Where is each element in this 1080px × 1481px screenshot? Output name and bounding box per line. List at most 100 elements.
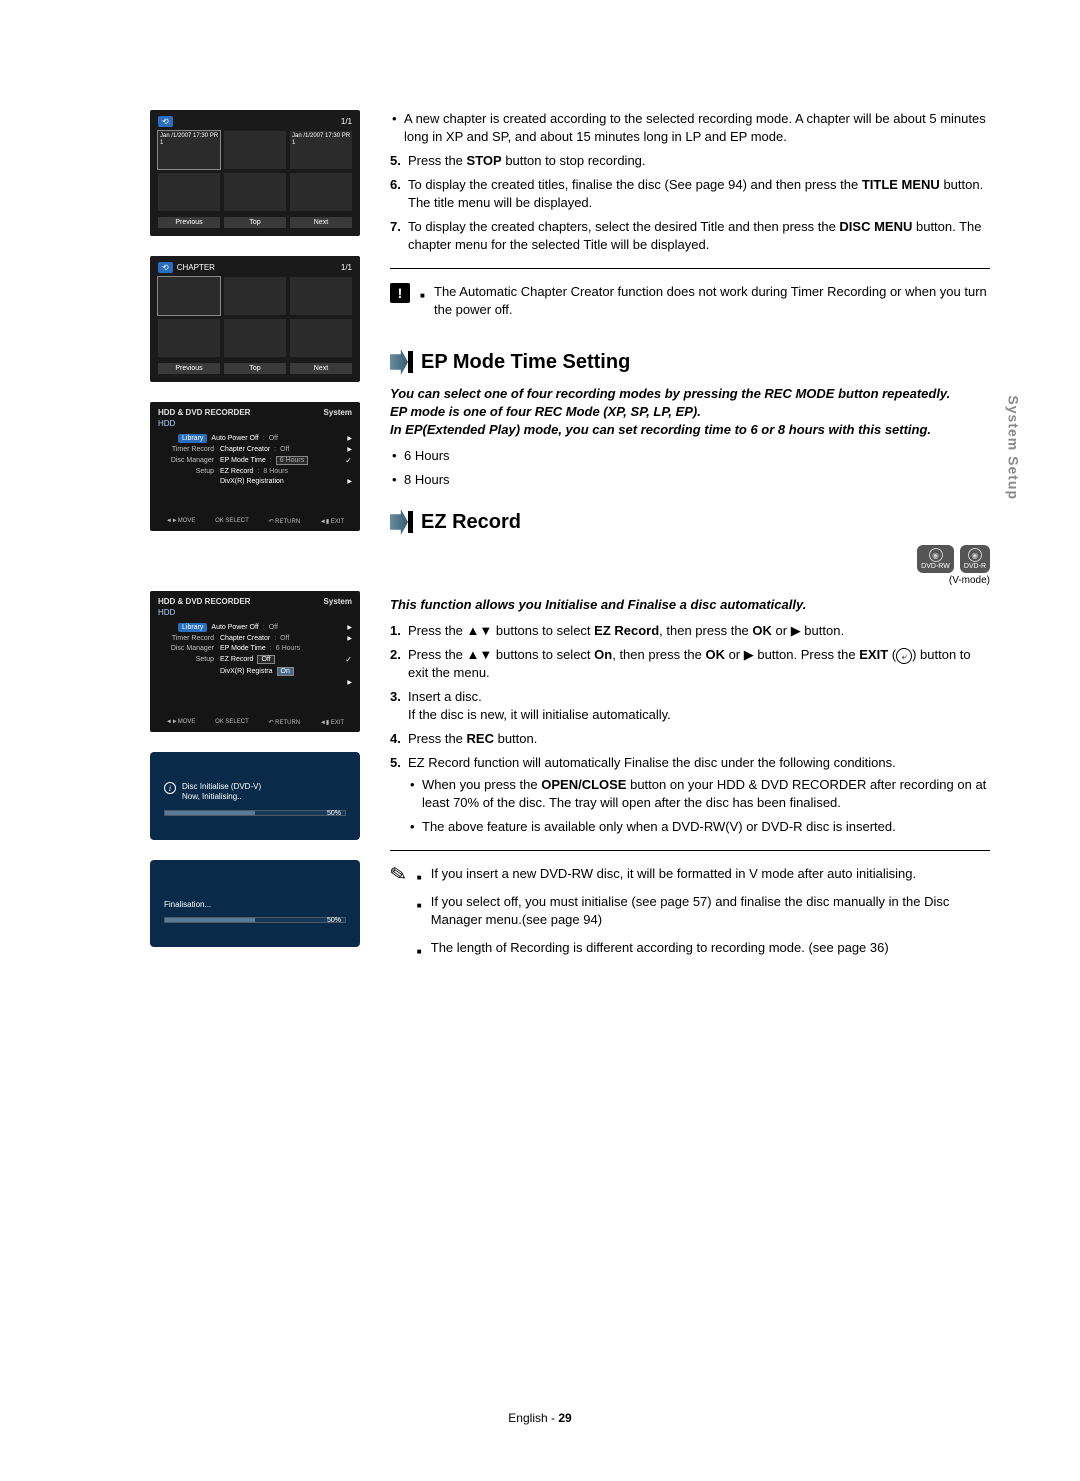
tip-note: The length of Recording is different acc… [417, 939, 990, 957]
init-line2: Now, Initialising.. [182, 792, 261, 802]
menu-row: Library Auto Power Off :Off ▶ [150, 432, 360, 444]
setting-label: Auto Power Off [211, 624, 258, 631]
instruction-step: 3.Insert a disc.If the disc is new, it w… [390, 688, 990, 724]
thumb-cell [290, 173, 352, 211]
thumb-cell [158, 277, 220, 315]
exit-circle-icon: ⤶ [896, 648, 912, 664]
thumb-cell [158, 319, 220, 357]
side-tab: System Setup [1006, 395, 1022, 500]
chevron-right-icon: ▶ [347, 478, 352, 485]
separator [390, 850, 990, 851]
footer-exit: ◄▮ EXIT [320, 518, 344, 525]
menu-title: HDD & DVD RECORDER [158, 408, 250, 417]
finalisation-panel: Finalisation... 50% [150, 860, 360, 947]
menu-row: Disc Manager EP Mode Time :6 Hours ✓ [150, 454, 360, 466]
init-progress-bar: 50% [164, 810, 346, 816]
media-badge-dvdr: ◉ DVD-R [960, 545, 990, 573]
menu-nav-item: Library [178, 623, 207, 632]
menu-nav-item: Setup [158, 656, 220, 663]
system-menu-ez-record: HDD & DVD RECORDER System HDD Library Au… [150, 591, 360, 732]
menu-nav-item: Library [178, 434, 207, 443]
footer-return: ↶ RETURN [268, 719, 300, 726]
section-arrow-icon [390, 509, 408, 535]
menu-row: Library Auto Power Off :Off ▶ [150, 621, 360, 633]
final-progress-pct: 50% [327, 917, 341, 924]
instruction-step: 6.To display the created titles, finalis… [390, 176, 990, 212]
setting-label: DivX(R) Registra [220, 668, 273, 675]
menu-sub: HDD [150, 608, 360, 621]
media-badge-dvdrw: ◉ DVD-RW [917, 545, 954, 573]
ep-option: 6 Hours [390, 447, 990, 465]
menu-title: HDD & DVD RECORDER [158, 597, 250, 606]
menu-section: System [324, 597, 352, 606]
tip-note: If you insert a new DVD-RW disc, it will… [417, 865, 990, 883]
thumb-prev-button[interactable]: Previous [158, 217, 220, 228]
menu-row: Timer Record Chapter Creator :Off ▶ [150, 633, 360, 643]
thumb-top-button[interactable]: Top [224, 363, 286, 374]
menu-row: DivX(R) Registra On [150, 665, 360, 677]
thumb-next-button[interactable]: Next [290, 363, 352, 374]
thumb-cell [158, 173, 220, 211]
section-intro: You can select one of four recording mod… [390, 385, 990, 439]
page-footer: English - 29 [0, 1411, 1080, 1425]
page-indicator: 1/1 [341, 117, 352, 126]
note-pencil-icon: ✎ [388, 864, 408, 887]
section-bar-icon [408, 511, 413, 533]
chevron-right-icon: ▶ [347, 435, 352, 442]
footer-return: ↶ RETURN [268, 518, 300, 525]
thumb-top-button[interactable]: Top [224, 217, 286, 228]
intro-bullet: A new chapter is created according to th… [390, 110, 990, 146]
check-icon: ✓ [345, 456, 352, 465]
final-progress-bar: 50% [164, 917, 346, 923]
setting-label: EP Mode Time [220, 645, 266, 652]
separator [390, 268, 990, 269]
setting-value: Off [280, 446, 289, 453]
alert-note: The Automatic Chapter Creator function d… [420, 283, 990, 319]
title-thumb-panel: ⟲ 1/1 Jan /1/2007 17:30 PR 1 Jan /1/2007… [150, 110, 360, 236]
menu-section: System [324, 408, 352, 417]
check-icon: ✓ [345, 655, 352, 664]
thumb-next-button[interactable]: Next [290, 217, 352, 228]
instruction-step: 2.Press the ▲▼ buttons to select On, the… [390, 646, 990, 682]
thumb-cell [224, 277, 286, 315]
dropdown-option: On [277, 667, 294, 676]
system-menu-ep-mode: HDD & DVD RECORDER System HDD Library Au… [150, 402, 360, 531]
init-progress-pct: 50% [327, 810, 341, 817]
menu-nav-item: Timer Record [158, 446, 220, 453]
section-bar-icon [408, 351, 413, 373]
menu-sub: HDD [150, 419, 360, 432]
menu-row: ▶ [150, 677, 360, 687]
thumb-cell [224, 173, 286, 211]
setting-label: Chapter Creator [220, 635, 270, 642]
menu-nav-item: Disc Manager [158, 457, 220, 464]
tip-note: If you select off, you must initialise (… [417, 893, 990, 929]
instruction-step: 1.Press the ▲▼ buttons to select EZ Reco… [390, 622, 990, 640]
setting-label: Auto Power Off [211, 435, 258, 442]
setting-value: Off [280, 635, 289, 642]
chevron-right-icon: ▶ [347, 635, 352, 642]
thumb-cell [224, 131, 286, 169]
menu-nav-item: Setup [158, 468, 220, 475]
footer-exit: ◄▮ EXIT [320, 719, 344, 726]
section-title: EZ Record [421, 511, 521, 534]
left-column: ⟲ 1/1 Jan /1/2007 17:30 PR 1 Jan /1/2007… [150, 110, 360, 973]
media-badges: ◉ DVD-RW ◉ DVD-R [390, 545, 990, 573]
instruction-step: 4.Press the REC button. [390, 730, 990, 748]
thumb-prev-button[interactable]: Previous [158, 363, 220, 374]
sub-bullet: The above feature is available only when… [408, 818, 990, 836]
setting-value: Off [269, 624, 278, 631]
setting-value: 6 Hours [276, 456, 309, 465]
page-indicator: 1/1 [341, 263, 352, 272]
setting-label: EP Mode Time [220, 457, 266, 464]
disc-initialise-panel: i Disc Initialise (DVD-V) Now, Initialis… [150, 752, 360, 840]
menu-row: Setup EZ Record :8 Hours [150, 466, 360, 476]
info-icon: i [164, 782, 176, 794]
setting-value: Off [269, 435, 278, 442]
menu-row: DivX(R) Registration ▶ [150, 476, 360, 486]
setting-label: Chapter Creator [220, 446, 270, 453]
final-text: Finalisation... [164, 900, 346, 909]
back-badge-icon: ⟲ [158, 262, 173, 273]
init-line1: Disc Initialise (DVD-V) [182, 782, 261, 792]
chapter-label: CHAPTER [177, 263, 215, 272]
menu-row: Timer Record Chapter Creator :Off ▶ [150, 444, 360, 454]
